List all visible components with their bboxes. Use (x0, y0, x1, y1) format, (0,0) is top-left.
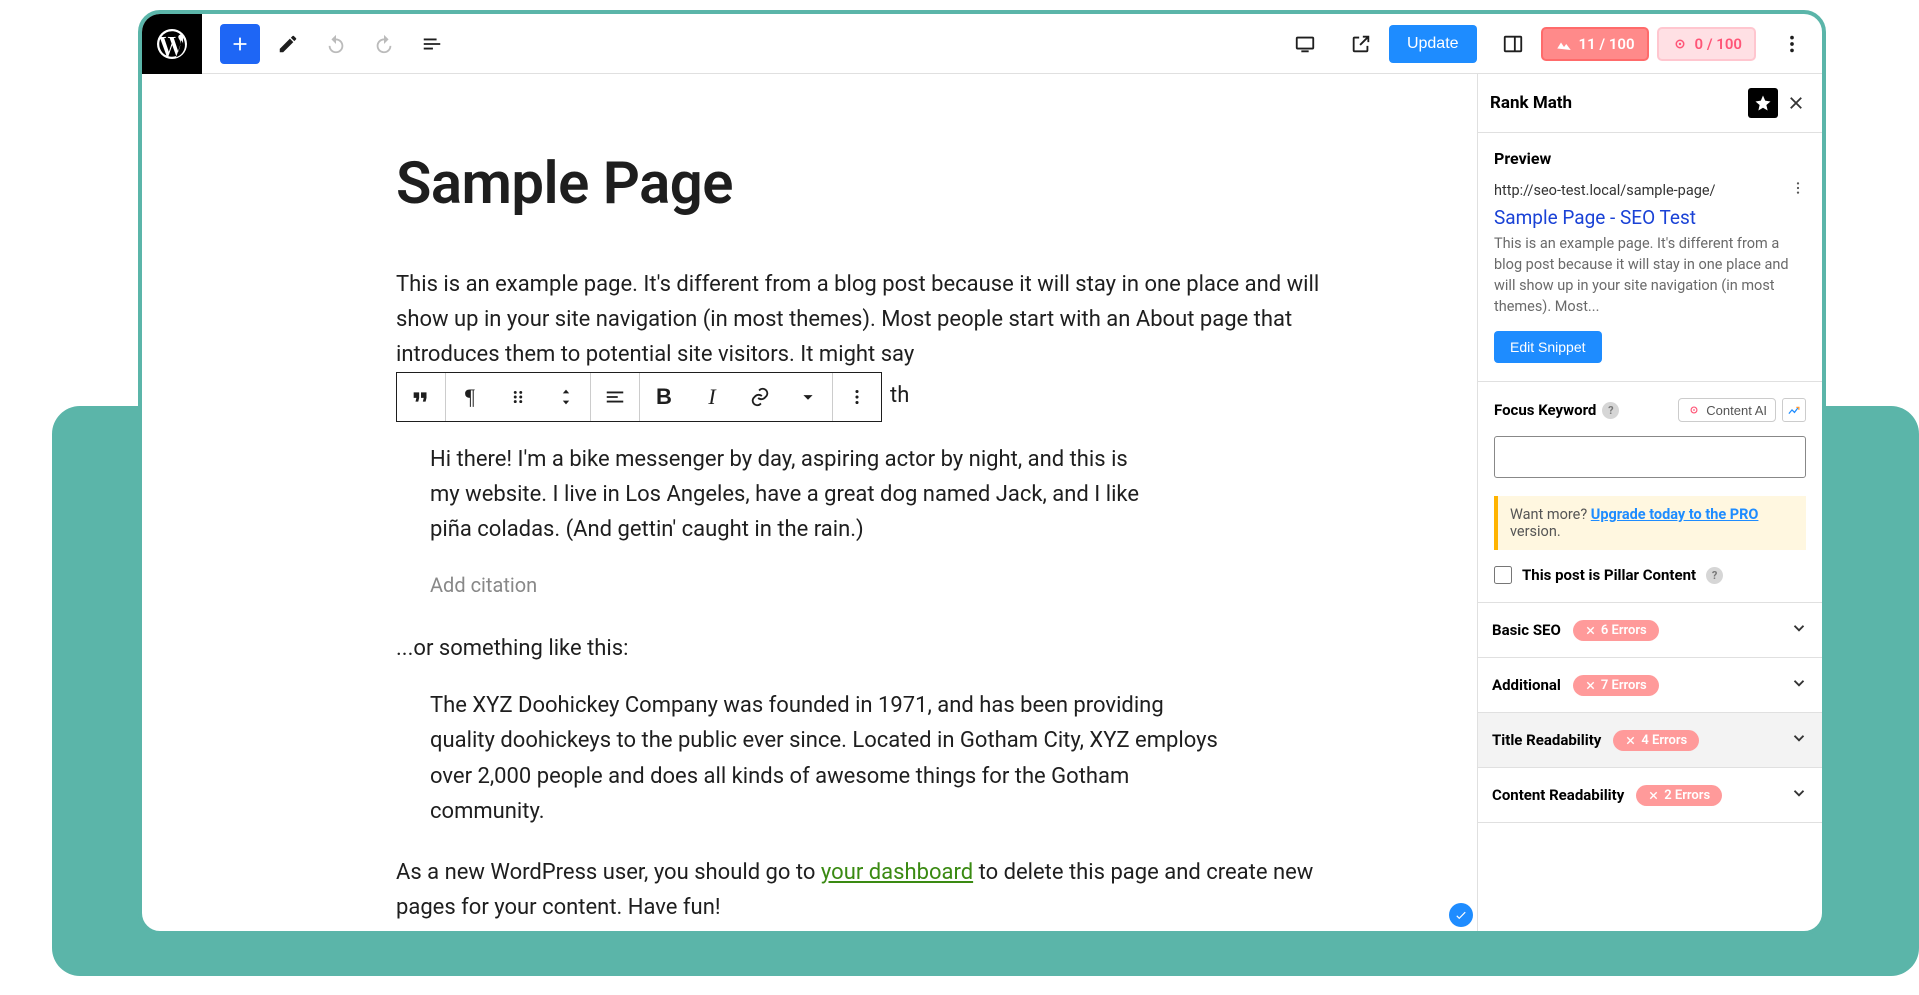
dropdown-chevron-icon[interactable] (784, 373, 832, 421)
error-pill: 6 Errors (1573, 620, 1659, 641)
drag-handle-icon[interactable] (494, 373, 542, 421)
page-title[interactable]: Sample Page (396, 138, 1357, 231)
snippet-title: Sample Page - SEO Test (1494, 206, 1806, 229)
upgrade-promo: Want more? Upgrade today to the PRO vers… (1494, 496, 1806, 550)
bold-button[interactable]: B (640, 373, 688, 421)
quote-block-1[interactable]: Hi there! I'm a bike messenger by day, a… (430, 442, 1150, 602)
sidebar-toggle-icon[interactable] (1493, 24, 1533, 64)
quote-block-2[interactable]: The XYZ Doohickey Company was founded in… (430, 688, 1220, 829)
focus-keyword-input[interactable] (1494, 436, 1806, 478)
accordion-label: Basic SEO (1492, 621, 1561, 639)
help-icon[interactable]: ? (1706, 567, 1723, 584)
view-responsive-button[interactable] (1285, 24, 1325, 64)
chevron-down-icon (1790, 729, 1808, 751)
content-ai-button[interactable]: Content AI (1678, 398, 1776, 422)
wordpress-logo[interactable] (142, 14, 202, 74)
quote-text[interactable]: Hi there! I'm a bike messenger by day, a… (430, 442, 1150, 548)
close-icon[interactable] (1782, 89, 1810, 117)
error-pill: 4 Errors (1613, 730, 1699, 751)
focus-keyword-label: Focus Keyword (1494, 401, 1596, 419)
more-options-button[interactable] (1772, 24, 1812, 64)
undo-button[interactable] (316, 24, 356, 64)
help-icon[interactable]: ? (1602, 402, 1619, 419)
external-preview-button[interactable] (1341, 24, 1381, 64)
star-icon[interactable] (1748, 88, 1778, 118)
update-button[interactable]: Update (1389, 25, 1477, 63)
hidden-trail-text: th (890, 378, 909, 413)
italic-button[interactable]: I (688, 373, 736, 421)
block-type-quote-icon[interactable] (397, 373, 445, 421)
status-check-icon (1449, 903, 1473, 927)
snippet-url: http://seo-test.local/sample-page/ (1494, 182, 1716, 199)
closing-paragraph[interactable]: As a new WordPress user, you should go t… (396, 855, 1357, 925)
chevron-down-icon (1790, 619, 1808, 641)
accordion-label: Title Readability (1492, 731, 1601, 749)
accordion-item[interactable]: Content Readability 2 Errors (1478, 768, 1822, 823)
link-icon[interactable] (736, 373, 784, 421)
seo-score-badge[interactable]: 11 / 100 (1541, 27, 1649, 61)
align-icon[interactable] (591, 373, 639, 421)
pillar-checkbox[interactable] (1494, 566, 1512, 584)
accordion-item[interactable]: Additional 7 Errors (1478, 658, 1822, 713)
pillar-label: This post is Pillar Content (1522, 566, 1696, 584)
dashboard-link[interactable]: your dashboard (821, 860, 973, 885)
focus-keyword-panel: Focus Keyword ? Content AI (1478, 382, 1822, 603)
chevron-down-icon (1790, 674, 1808, 696)
upgrade-link[interactable]: Upgrade today to the PRO (1591, 506, 1759, 523)
accordion-label: Additional (1492, 676, 1561, 694)
content-ai-score-badge[interactable]: 0 / 100 (1657, 27, 1756, 61)
bridge-paragraph[interactable]: ...or something like this: (396, 631, 1357, 666)
citation-placeholder[interactable]: Add citation (430, 569, 1150, 601)
move-up-down-icon[interactable] (542, 373, 590, 421)
sidebar-title: Rank Math (1490, 93, 1572, 113)
add-block-button[interactable] (220, 24, 260, 64)
accordion-item[interactable]: Basic SEO 6 Errors (1478, 603, 1822, 658)
accordion-item[interactable]: Title Readability 4 Errors (1478, 713, 1822, 768)
editor-canvas[interactable]: Sample Page This is an example page. It'… (142, 74, 1477, 931)
snippet-more-icon[interactable] (1790, 180, 1806, 200)
preview-panel: Preview http://seo-test.local/sample-pag… (1478, 133, 1822, 382)
error-pill: 2 Errors (1636, 785, 1722, 806)
redo-button[interactable] (364, 24, 404, 64)
edit-mode-button[interactable] (268, 24, 308, 64)
accordion-label: Content Readability (1492, 786, 1624, 804)
rankmath-sidebar: Rank Math Preview http://seo-test.local/… (1477, 74, 1822, 931)
error-pill: 7 Errors (1573, 675, 1659, 696)
sidebar-header: Rank Math (1478, 74, 1822, 133)
trend-icon[interactable] (1782, 398, 1806, 422)
editor-top-bar: Update 11 / 100 0 / 100 (142, 14, 1822, 74)
intro-paragraph[interactable]: This is an example page. It's different … (396, 267, 1357, 420)
snippet-description: This is an example page. It's different … (1494, 233, 1806, 317)
block-toolbar: ¶ (396, 372, 882, 422)
block-more-icon[interactable] (833, 373, 881, 421)
document-overview-button[interactable] (412, 24, 452, 64)
seo-accordion: Basic SEO 6 Errors Additional 7 Errors T… (1478, 603, 1822, 823)
paragraph-icon[interactable]: ¶ (446, 373, 494, 421)
edit-snippet-button[interactable]: Edit Snippet (1494, 331, 1602, 363)
quote-text[interactable]: The XYZ Doohickey Company was founded in… (430, 688, 1220, 829)
preview-heading: Preview (1494, 149, 1806, 168)
chevron-down-icon (1790, 784, 1808, 806)
